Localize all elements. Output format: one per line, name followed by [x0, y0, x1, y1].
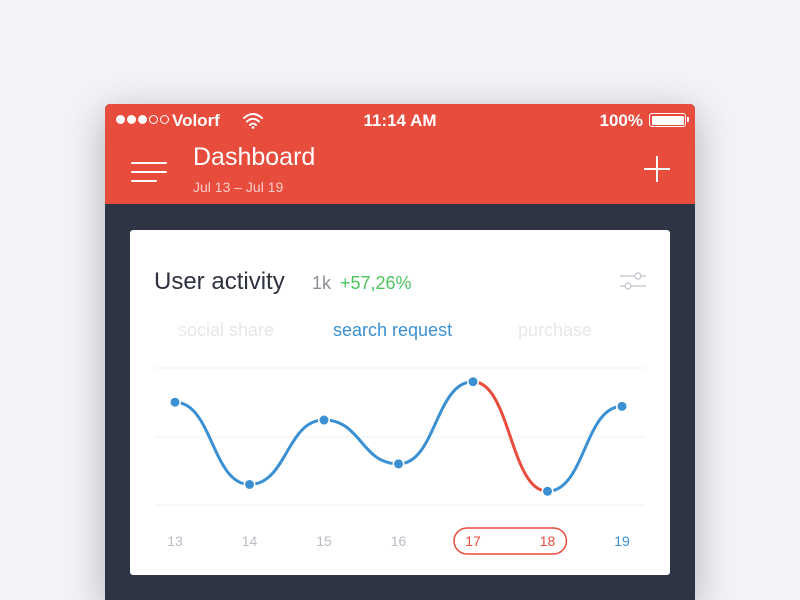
battery-percentage: 100%: [599, 111, 643, 130]
series-line-segment: [322, 418, 400, 466]
x-tick-label: 14: [242, 533, 258, 549]
hamburger-icon[interactable]: [131, 162, 167, 182]
status-bar: Volorf 11:14 AM 100%: [105, 104, 695, 136]
data-point: [319, 415, 329, 425]
user-activity-card: User activity 1k +57,26% social share se…: [130, 230, 670, 575]
x-tick-label: 17: [465, 533, 481, 549]
page-title: Dashboard: [193, 143, 316, 171]
phone-screen: Volorf 11:14 AM 100% Dashboard Jul 13 – …: [105, 104, 695, 600]
battery-icon: [649, 113, 689, 127]
series-line-segment: [397, 380, 475, 466]
data-point: [245, 479, 254, 489]
activity-chart: 13 14 15 16 17 18 19: [155, 367, 645, 555]
data-point: [170, 397, 180, 407]
date-range[interactable]: Jul 13 – Jul 19: [193, 179, 283, 195]
x-tick-label: 13: [167, 533, 183, 549]
x-tick-label: 16: [391, 533, 407, 549]
series-line-segment: [546, 404, 624, 493]
plus-icon[interactable]: [644, 156, 670, 182]
x-tick-label: 19: [614, 533, 630, 549]
data-point: [394, 459, 403, 469]
data-point: [617, 401, 627, 411]
app-header: Volorf 11:14 AM 100% Dashboard Jul 13 – …: [105, 104, 695, 204]
series-line-segment: [248, 418, 326, 486]
x-tick-label: 18: [540, 533, 556, 549]
data-point: [468, 377, 478, 387]
x-tick-label: 15: [316, 533, 332, 549]
data-point: [543, 486, 552, 496]
series-line-segment: [173, 400, 251, 486]
